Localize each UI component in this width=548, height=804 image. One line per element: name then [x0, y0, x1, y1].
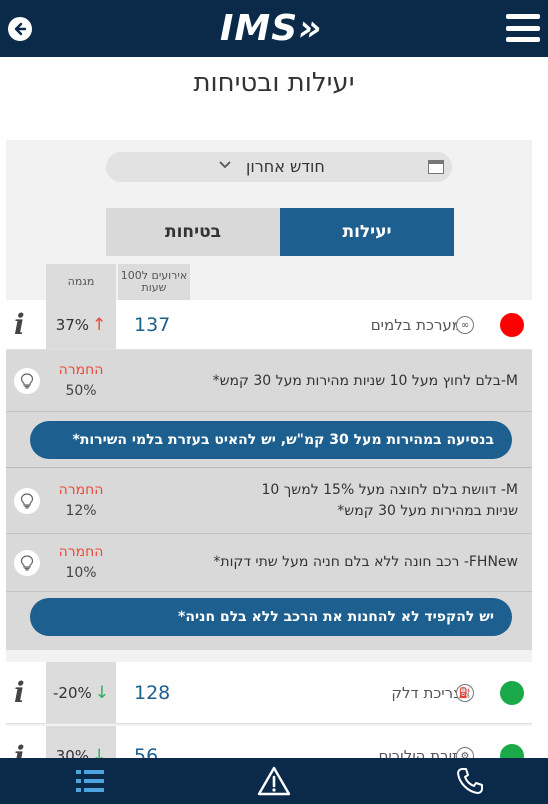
warning-icon[interactable]	[256, 764, 292, 798]
arrow-up-icon: ↑	[92, 314, 107, 335]
trend-value: -20%	[52, 683, 92, 702]
hamburger-menu-button[interactable]	[506, 14, 540, 42]
info-icon[interactable]: i	[14, 308, 25, 341]
tip-button[interactable]: יש להקפיד לא להחנות את הרכב ללא בלם חניה…	[30, 598, 512, 636]
metric-value: 137	[134, 313, 171, 336]
metric-row-fuel[interactable]: i -20% ↓ 128 צריכת דלק ⛽	[6, 662, 532, 724]
arrow-down-icon: ↓	[94, 682, 109, 703]
metric-name: תיבת הילוכים	[378, 746, 462, 761]
calendar-icon	[428, 160, 444, 174]
metric-value: 56	[134, 744, 159, 761]
metric-row-gearbox[interactable]: i 30% ↓ 56 תיבת הילוכים ⚙	[6, 726, 532, 760]
app-logo: IMS»	[220, 8, 323, 49]
severity-percent: 12%	[65, 503, 97, 519]
chevron-down-icon	[218, 158, 232, 176]
status-dot-green	[500, 681, 524, 705]
detail-text: M- דוושת בלם לחוצה מעל 15% למשך 10 שניות…	[261, 482, 519, 519]
info-icon[interactable]: i	[14, 676, 25, 709]
fuel-icon: ⛽	[456, 684, 474, 702]
detail-row: החמרה 10% FHNew- רכב חונה ללא בלם חניה מ…	[6, 534, 532, 592]
column-header-trend: מגמה	[46, 264, 116, 300]
metric-row-brakes[interactable]: i 37% ↑ 137 מערכת בלמים ∞	[6, 300, 532, 350]
column-header-events: אירועים ל100 שעות	[118, 264, 190, 300]
severity: החמרה 12%	[46, 480, 116, 522]
bottom-nav-bar	[0, 758, 548, 804]
lightbulb-icon[interactable]	[14, 488, 40, 514]
main-content: חודש אחרון יעילות בטיחות מגמה אירועים ל1…	[6, 140, 532, 760]
top-bar: IMS»	[0, 0, 548, 57]
lightbulb-icon[interactable]	[14, 368, 40, 394]
severity-label: החמרה	[58, 544, 104, 560]
detail-row: החמרה 12% M- דוושת בלם לחוצה מעל 15% למש…	[6, 468, 532, 534]
severity: החמרה 10%	[46, 542, 116, 584]
back-button[interactable]	[8, 17, 32, 41]
severity-percent: 10%	[65, 565, 97, 581]
list-icon[interactable]	[72, 764, 108, 798]
status-dot-red	[500, 313, 524, 337]
trend-value: 37%	[55, 315, 90, 334]
metric-name: מערכת בלמים	[370, 315, 462, 334]
page-title: יעילות ובטיחות	[193, 68, 355, 98]
severity-label: החמרה	[58, 482, 104, 498]
row-spacer	[6, 650, 532, 662]
tab-efficiency[interactable]: יעילות	[280, 208, 454, 256]
tab-safety[interactable]: בטיחות	[106, 208, 280, 256]
brake-system-icon: ∞	[456, 316, 474, 334]
phone-icon[interactable]	[452, 764, 488, 798]
period-value: חודש אחרון	[246, 157, 325, 176]
trend-cell: 30% ↓	[46, 726, 116, 760]
detail-text: FHNew- רכב חונה ללא בלם חניה מעל שתי דקו…	[213, 554, 518, 570]
detail-text: M-בלם לחוץ מעל 10 שניות מהירות מעל 30 קמ…	[212, 373, 518, 389]
trend-cell: 37% ↑	[46, 300, 116, 349]
trend-cell: -20% ↓	[46, 662, 116, 723]
detail-row: החמרה 50% M-בלם לחוץ מעל 10 שניות מהירות…	[6, 350, 532, 412]
severity-percent: 50%	[65, 383, 97, 399]
info-icon[interactable]: i	[14, 740, 25, 760]
severity: החמרה 50%	[46, 360, 116, 402]
metric-name: צריכת דלק	[391, 683, 462, 702]
period-dropdown[interactable]: חודש אחרון	[106, 152, 452, 182]
tip-container: יש להקפיד לא להחנות את הרכב ללא בלם חניה…	[6, 592, 532, 650]
tip-button[interactable]: בנסיעה במהירות מעל 30 קמ"ש, יש להאיט בעז…	[30, 421, 512, 459]
metric-value: 128	[134, 681, 171, 704]
lightbulb-icon[interactable]	[14, 550, 40, 576]
severity-label: החמרה	[58, 362, 104, 378]
arrow-left-icon	[14, 22, 27, 36]
tip-container: בנסיעה במהירות מעל 30 קמ"ש, יש להאיט בעז…	[6, 412, 532, 468]
